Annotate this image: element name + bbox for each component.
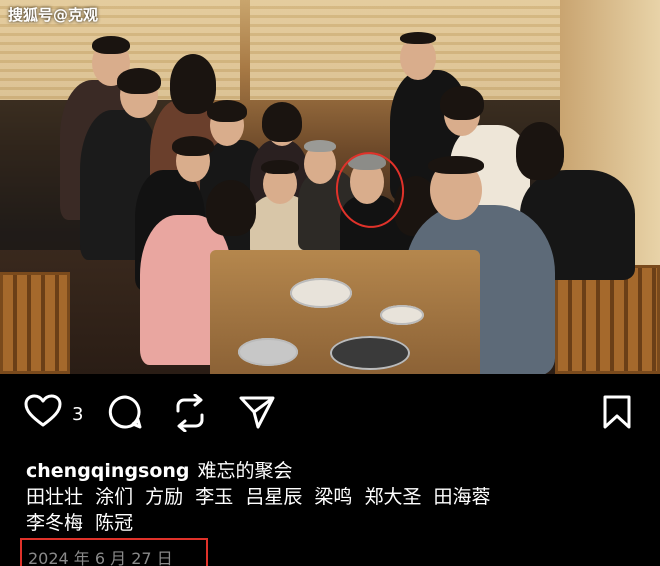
- tagged-names[interactable]: 田壮壮 涂们 方励 李玉 吕星辰 梁鸣 郑大圣 田海蓉: [26, 484, 646, 510]
- plate: [290, 278, 352, 308]
- action-bar: 3: [0, 374, 660, 454]
- heart-icon[interactable]: [24, 394, 62, 432]
- post-date: 2024 年 6 月 27 日: [28, 549, 173, 566]
- username-link[interactable]: chengqingsong: [26, 460, 190, 482]
- comment-icon[interactable]: [107, 394, 143, 434]
- bookmark-icon[interactable]: [602, 394, 632, 434]
- repost-icon[interactable]: [172, 393, 208, 436]
- post-photo[interactable]: 搜狐号@克观: [0, 0, 660, 374]
- send-icon[interactable]: [238, 394, 276, 434]
- plate: [380, 305, 424, 325]
- plate: [330, 336, 410, 370]
- watermark: 搜狐号@克观: [8, 6, 99, 24]
- caption-text: 难忘的聚会: [197, 460, 293, 482]
- like-count: 3: [72, 404, 84, 425]
- caption-line: chengqingsong 难忘的聚会: [26, 458, 646, 484]
- plate: [238, 338, 298, 366]
- caption: chengqingsong 难忘的聚会 田壮壮 涂们 方励 李玉 吕星辰 梁鸣 郑…: [26, 458, 646, 536]
- chair: [0, 272, 70, 374]
- tagged-names[interactable]: 李冬梅 陈冠: [26, 510, 646, 536]
- chair: [555, 265, 660, 374]
